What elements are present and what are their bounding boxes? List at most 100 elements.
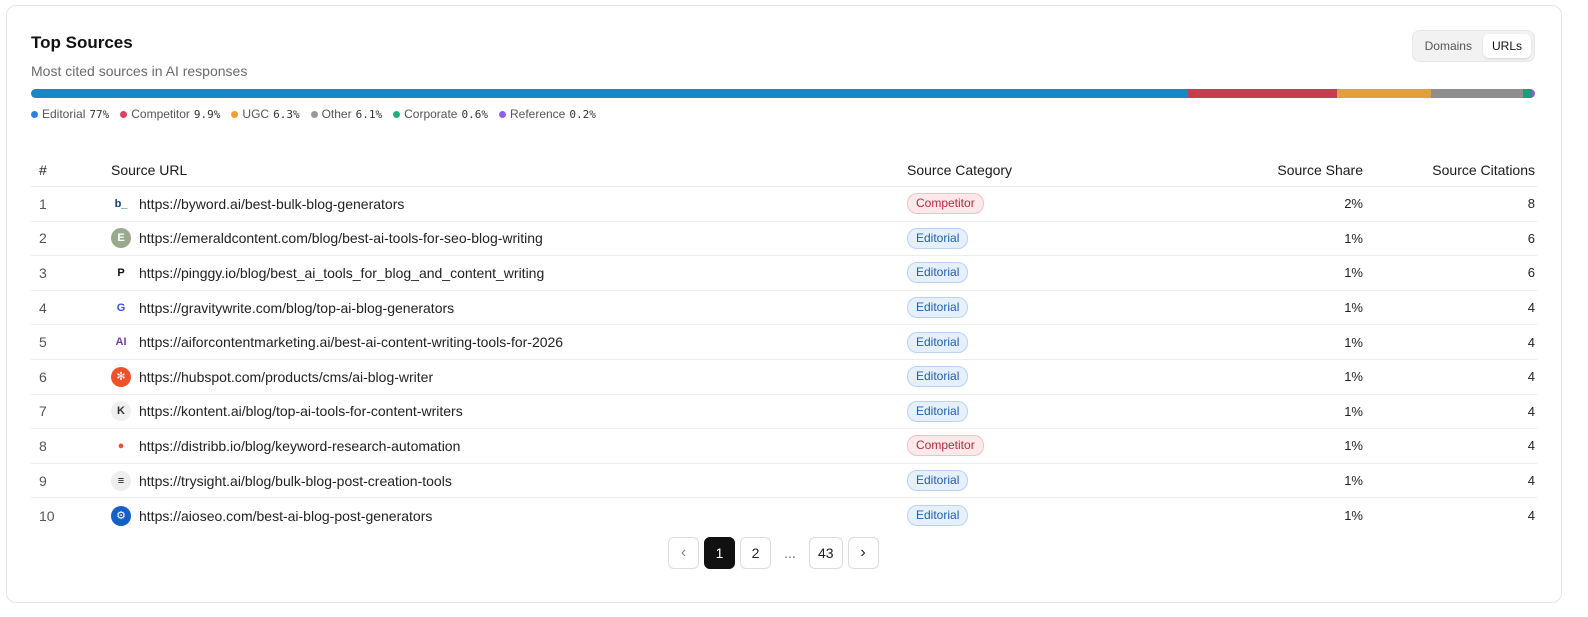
legend-percent: 6.3% (273, 107, 300, 121)
category-badge: Editorial (907, 400, 969, 422)
legend-label: Corporate (404, 107, 458, 121)
source-citations-value: 6 (1527, 230, 1535, 246)
category-cell: Editorial (907, 331, 969, 353)
table-row[interactable]: 3 Phttps://pinggy.io/blog/best_ai_tools_f… (31, 256, 1537, 291)
view-toggle: Domains URLs (1411, 30, 1535, 62)
col-header-number: # (39, 162, 47, 178)
row-number: 3 (39, 264, 47, 281)
hubspot-icon: ✻ (111, 366, 131, 387)
col-header-source-url: Source URL (111, 162, 188, 178)
table-row[interactable]: 8 ● https://distribb.io/blog/keyword-resea… (31, 429, 1537, 464)
table-row[interactable]: 9 ≡ https://trysight.ai/blog/bulk-blog-pos… (31, 464, 1537, 499)
pagination-ellipsis: ... (776, 537, 804, 569)
distribb-icon: ● (111, 435, 131, 456)
category-cell: Competitor (907, 435, 984, 457)
legend-item-reference: Reference 0.2% (498, 107, 596, 121)
row-number: 8 (39, 437, 47, 454)
legend-item-ugc: UGC 6.3% (231, 107, 300, 121)
chevron-left-icon[interactable]: ‹ (668, 537, 699, 569)
category-share-bar (31, 89, 1535, 98)
legend-label: Editorial (42, 107, 86, 121)
category-cell: Editorial (907, 262, 969, 284)
row-number: 10 (39, 507, 55, 524)
table-row[interactable]: 1 b_ https://byword.ai/best-bulk-blog-gene… (31, 187, 1537, 222)
share-segment-corporate (1522, 89, 1532, 98)
category-badge: Editorial (907, 505, 969, 527)
legend-item-editorial: Editorial 77% (31, 107, 109, 121)
source-citations-value: 4 (1527, 438, 1535, 454)
row-number: 1 (39, 195, 47, 212)
source-citations-value: 4 (1527, 334, 1535, 350)
category-cell: Editorial (907, 297, 969, 319)
source-url-cell: ✻ https://hubspot.com/products/cms/ai-blo… (111, 366, 433, 387)
source-citations-value: 4 (1527, 473, 1535, 489)
aioseo-icon: ⚙ (111, 505, 131, 526)
source-url-cell: Phttps://pinggy.io/blog/best_ai_tools_fo… (111, 262, 544, 283)
source-url-link[interactable]: https://distribb.io/blog/keyword-researc… (139, 438, 460, 454)
source-url-link[interactable]: https://trysight.ai/blog/bulk-blog-post-… (139, 473, 452, 489)
legend-dot-icon (498, 110, 506, 118)
page-43-button[interactable]: 43 (809, 537, 843, 569)
source-url-cell: ≡ https://trysight.ai/blog/bulk-blog-post… (111, 470, 452, 491)
source-share-value: 1% (1344, 403, 1363, 419)
source-url-link[interactable]: https://hubspot.com/products/cms/ai-blog… (139, 369, 433, 385)
source-url-link[interactable]: https://gravitywrite.com/blog/top-ai-blo… (139, 300, 454, 316)
source-url-link[interactable]: https://aiforcontentmarketing.ai/best-ai… (139, 334, 563, 350)
row-number: 5 (39, 334, 47, 351)
category-badge: Editorial (907, 227, 969, 249)
table-row[interactable]: 5 AI https://aiforcontentmarketing.ai/best… (31, 325, 1537, 360)
legend-dot-icon (393, 110, 401, 118)
source-url-link[interactable]: https://emeraldcontent.com/blog/best-ai-… (139, 230, 543, 246)
source-url-link[interactable]: https://byword.ai/best-bulk-blog-generat… (139, 196, 404, 212)
table-row[interactable]: 2 Ehttps://emeraldcontent.com/blog/best-a… (31, 222, 1537, 257)
table-row[interactable]: 4 Ghttps://gravitywrite.com/blog/top-ai-b… (31, 291, 1537, 326)
source-share-value: 2% (1344, 196, 1363, 212)
source-url-cell: Ehttps://emeraldcontent.com/blog/best-ai… (111, 228, 543, 249)
category-badge: Editorial (907, 297, 969, 319)
category-legend: Editorial 77% Competitor 9.9% UGC 6.3% Other 6.… (31, 107, 596, 121)
source-url-cell: ● https://distribb.io/blog/keyword-resear… (111, 435, 460, 456)
source-url-cell: Ghttps://gravitywrite.com/blog/top-ai-bl… (111, 297, 454, 318)
source-share-value: 1% (1344, 300, 1363, 316)
category-badge: Competitor (907, 193, 984, 215)
source-url-cell: b_ https://byword.ai/best-bulk-blog-gener… (111, 193, 404, 214)
table-row[interactable]: 6 ✻ https://hubspot.com/products/cms/ai-bl… (31, 360, 1537, 395)
page-1-button[interactable]: 1 (704, 537, 735, 569)
byword-icon: b_ (111, 193, 131, 214)
category-cell: Editorial (907, 366, 969, 388)
pagination: ‹ 1 2 ... 43 › (668, 537, 879, 569)
gravitywrite-icon: G (111, 297, 131, 318)
trysight-icon: ≡ (111, 470, 131, 491)
table-row[interactable]: 10 ⚙ https://aioseo.com/best-ai-blog-post-… (31, 498, 1537, 533)
chevron-right-icon[interactable]: › (847, 537, 879, 569)
share-segment-other (1431, 89, 1523, 98)
category-cell: Editorial (907, 470, 969, 492)
share-segment-reference (1532, 89, 1535, 98)
source-citations-value: 6 (1527, 265, 1535, 281)
source-url-cell: Khttps://kontent.ai/blog/top-ai-tools-fo… (111, 401, 463, 422)
row-number: 4 (39, 299, 47, 316)
legend-label: Other (321, 107, 352, 121)
row-number: 9 (39, 472, 47, 489)
toggle-domains-button[interactable]: Domains (1416, 34, 1481, 58)
aiforcontentmarketing-icon: AI (111, 332, 131, 353)
source-url-cell: AI https://aiforcontentmarketing.ai/best-… (111, 332, 563, 353)
source-url-link[interactable]: https://kontent.ai/blog/top-ai-tools-for… (139, 403, 463, 419)
source-citations-value: 4 (1527, 369, 1535, 385)
card-title: Top Sources (31, 33, 133, 52)
kontent-icon: K (111, 401, 131, 422)
table-row[interactable]: 7 Khttps://kontent.ai/blog/top-ai-tools-f… (31, 395, 1537, 430)
emeraldcontent-icon: E (111, 228, 131, 249)
legend-percent: 0.6% (461, 107, 488, 121)
legend-label: Reference (509, 107, 566, 121)
toggle-urls-button[interactable]: URLs (1482, 34, 1531, 58)
pinggy-icon: P (111, 262, 131, 283)
source-share-value: 1% (1344, 438, 1363, 454)
page-2-button[interactable]: 2 (740, 537, 771, 569)
category-cell: Editorial (907, 400, 969, 422)
source-citations-value: 4 (1527, 300, 1535, 316)
share-segment-competitor (1187, 89, 1337, 98)
col-header-source-share: Source Share (1277, 162, 1363, 178)
source-url-link[interactable]: https://pinggy.io/blog/best_ai_tools_for… (139, 265, 544, 281)
source-url-link[interactable]: https://aioseo.com/best-ai-blog-post-gen… (139, 508, 432, 524)
